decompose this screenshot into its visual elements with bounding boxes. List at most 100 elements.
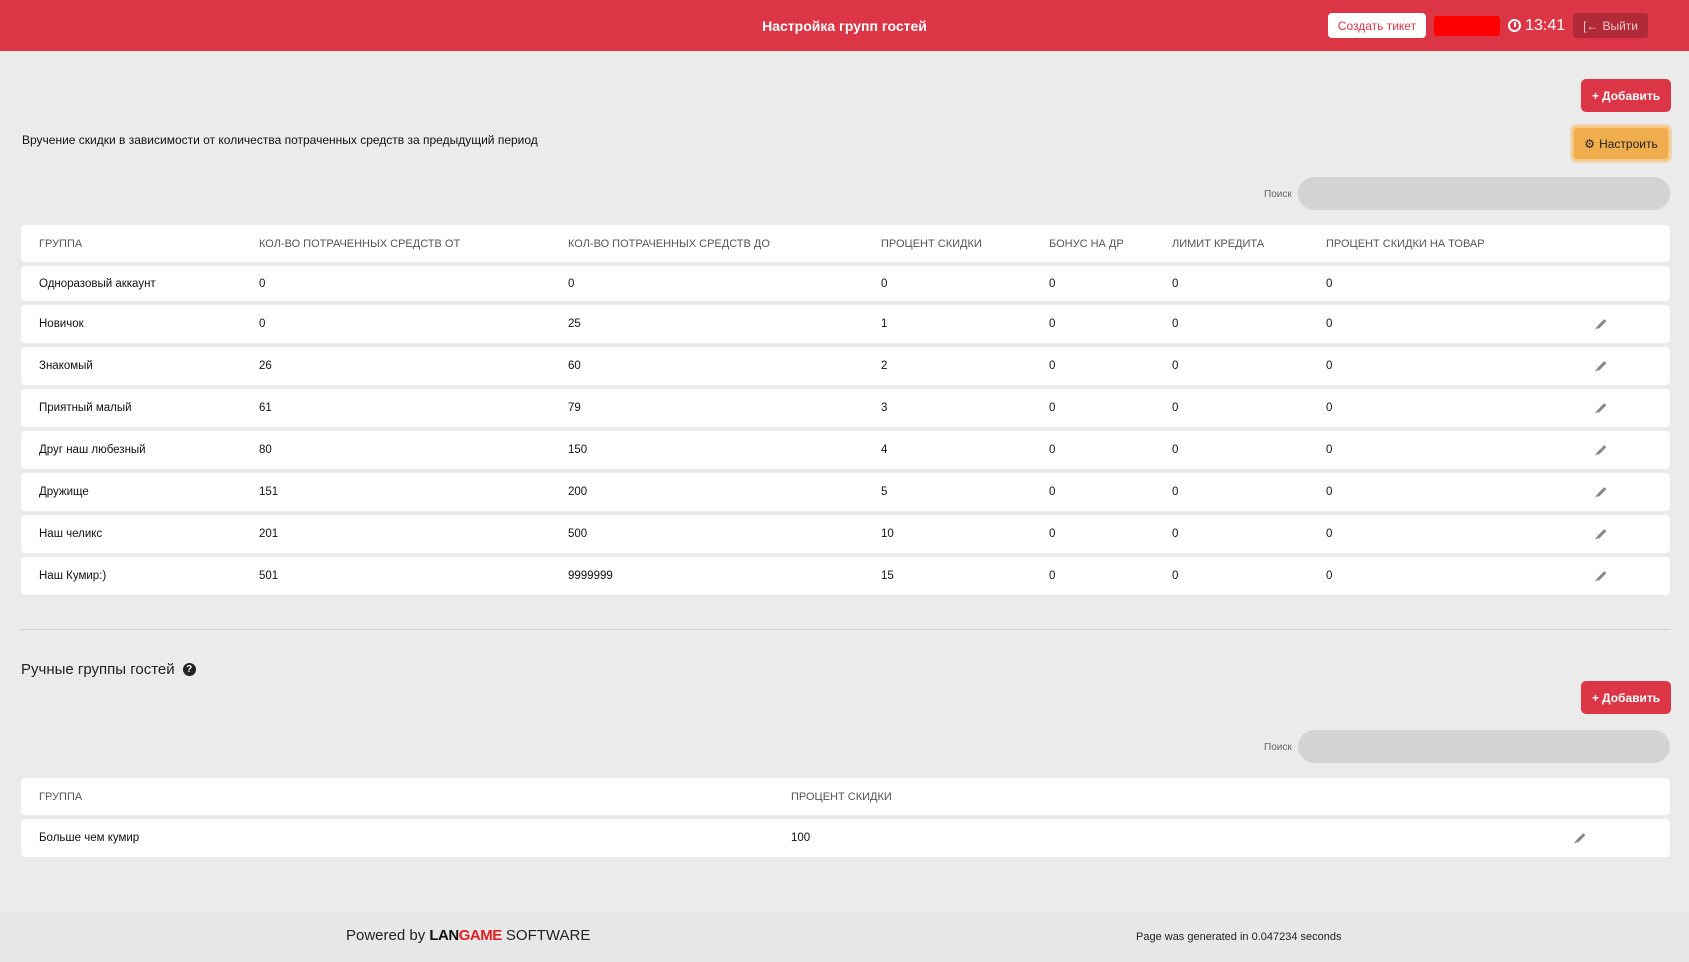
table-row: Наш Кумир:) 501 9999999 15 0 0 0	[21, 557, 1670, 595]
cell-group: Друг наш любезный	[39, 444, 146, 456]
table-header-row: ГРУППА ПРОЦЕНТ СКИДКИ	[21, 778, 1670, 815]
manual-groups-title: Ручные группы гостей	[21, 661, 175, 678]
column-header: ГРУППА	[39, 237, 83, 250]
cogs-icon: ⚙	[1584, 136, 1596, 151]
cell-discount: 4	[881, 444, 888, 456]
pencil-icon[interactable]	[1596, 319, 1607, 329]
cell-group: Новичок	[39, 318, 84, 330]
column-header: ПРОЦЕНТ СКИДКИ НА ТОВАР	[1326, 237, 1485, 250]
column-header: ПРОЦЕНТ СКИДКИ	[881, 237, 982, 250]
table-row: Одноразовый аккаунт 0 0 0 0 0 0	[21, 266, 1670, 301]
footer: Powered by LANGAME SOFTWARE Page was gen…	[0, 911, 1689, 962]
cell-group: Наш челикс	[39, 528, 103, 540]
add-manual-group-button[interactable]: + Добавить	[1581, 681, 1672, 714]
question-circle-icon[interactable]: ?	[182, 663, 196, 676]
cell-goods-discount: 0	[1326, 360, 1333, 372]
add-auto-group-button[interactable]: + Добавить	[1581, 79, 1672, 112]
cell-spent-to: 9999999	[568, 570, 613, 582]
powered-by-text: Powered by	[346, 927, 426, 944]
cell-credit-limit: 0	[1172, 277, 1179, 290]
cell-discount: 10	[881, 528, 894, 540]
page-title: Настройка групп гостей	[762, 17, 927, 34]
pencil-icon[interactable]	[1596, 571, 1607, 581]
cell-group: Дружище	[39, 486, 89, 498]
column-header: КОЛ-ВО ПОТРАЧЕННЫХ СРЕДСТВ ОТ	[259, 237, 461, 250]
cell-discount: 0	[881, 277, 888, 290]
search-label: Поиск	[1264, 742, 1292, 753]
clock-icon	[1508, 19, 1522, 32]
cell-group: Знакомый	[39, 360, 93, 372]
table-row: Приятный малый 61 79 3 0 0 0	[21, 389, 1670, 427]
add-label: Добавить	[1602, 88, 1661, 103]
pencil-icon[interactable]	[1596, 403, 1607, 413]
sign-out-icon: [←	[1583, 18, 1599, 33]
generation-time: Page was generated in 0.047234 seconds	[1136, 931, 1342, 943]
cell-spent-to: 0	[568, 277, 575, 290]
cell-goods-discount: 0	[1326, 318, 1333, 330]
cell-credit-limit: 0	[1172, 528, 1179, 540]
cell-birthday-bonus: 0	[1049, 570, 1056, 582]
auto-groups-search-input[interactable]	[1298, 177, 1670, 210]
table-row: Знакомый 26 60 2 0 0 0	[21, 347, 1670, 385]
cell-spent-from: 0	[259, 318, 266, 330]
cell-birthday-bonus: 0	[1049, 277, 1056, 290]
pencil-icon[interactable]	[1596, 529, 1607, 539]
cell-credit-limit: 0	[1172, 360, 1179, 372]
add-label: Добавить	[1602, 690, 1661, 705]
cell-group: Наш Кумир:)	[39, 570, 107, 582]
cell-goods-discount: 0	[1326, 570, 1333, 582]
pencil-icon[interactable]	[1596, 361, 1607, 371]
plus-icon: +	[1592, 88, 1600, 103]
cell-birthday-bonus: 0	[1049, 360, 1056, 372]
cell-discount: 5	[881, 486, 888, 498]
configure-button[interactable]: ⚙ Настроить	[1572, 126, 1670, 161]
clock: 13:41	[1508, 17, 1565, 35]
manual-groups-search-input[interactable]	[1298, 730, 1670, 763]
cell-discount: 15	[881, 570, 894, 582]
configure-label: Настроить	[1599, 136, 1658, 151]
clock-time: 13:41	[1525, 16, 1566, 34]
cell-discount: 2	[881, 360, 888, 372]
column-header: ГРУППА	[39, 790, 83, 803]
cell-birthday-bonus: 0	[1049, 486, 1056, 498]
create-ticket-button[interactable]: Создать тикет	[1327, 13, 1427, 38]
cell-credit-limit: 0	[1172, 444, 1179, 456]
table-row: Наш челикс 201 500 10 0 0 0	[21, 515, 1670, 553]
column-header: БОНУС НА ДР	[1049, 237, 1124, 250]
section-divider	[21, 629, 1670, 630]
cell-birthday-bonus: 0	[1049, 318, 1056, 330]
pencil-icon[interactable]	[1596, 445, 1607, 455]
pencil-icon[interactable]	[1575, 833, 1586, 843]
exit-button[interactable]: [← Выйти	[1573, 13, 1648, 38]
cell-discount: 100	[791, 832, 811, 844]
search-label: Поиск	[1264, 189, 1292, 200]
cell-goods-discount: 0	[1326, 486, 1333, 498]
cell-birthday-bonus: 0	[1049, 528, 1056, 540]
cell-spent-to: 200	[568, 486, 588, 498]
cell-spent-from: 80	[259, 444, 272, 456]
cell-birthday-bonus: 0	[1049, 402, 1056, 414]
plus-icon: +	[1592, 690, 1600, 705]
cell-spent-to: 60	[568, 360, 581, 372]
cell-spent-to: 25	[568, 318, 581, 330]
top-bar-actions: Создать тикет 13:41 [← Выйти	[1327, 13, 1648, 38]
cell-spent-to: 500	[568, 528, 588, 540]
brand-software: SOFTWARE	[505, 927, 591, 944]
table-row: Друг наш любезный 80 150 4 0 0 0	[21, 431, 1670, 469]
top-bar: Настройка групп гостей Создать тикет 13:…	[0, 0, 1689, 51]
table-row: Новичок 0 25 1 0 0 0	[21, 305, 1670, 343]
cell-goods-discount: 0	[1326, 444, 1333, 456]
auto-groups-description: Вручение скидки в зависимости от количес…	[22, 133, 538, 147]
cell-group: Приятный малый	[39, 402, 132, 414]
cell-spent-from: 151	[259, 486, 279, 498]
cell-spent-from: 501	[259, 570, 279, 582]
manual-groups-heading: Ручные группы гостей ?	[21, 661, 196, 678]
powered-by: Powered by LANGAME SOFTWARE	[346, 927, 590, 944]
cell-goods-discount: 0	[1326, 528, 1333, 540]
exit-label: Выйти	[1602, 18, 1638, 33]
cell-spent-from: 26	[259, 360, 272, 372]
cell-birthday-bonus: 0	[1049, 444, 1056, 456]
cell-spent-to: 150	[568, 444, 588, 456]
column-header: ЛИМИТ КРЕДИТА	[1172, 237, 1265, 250]
pencil-icon[interactable]	[1596, 487, 1607, 497]
